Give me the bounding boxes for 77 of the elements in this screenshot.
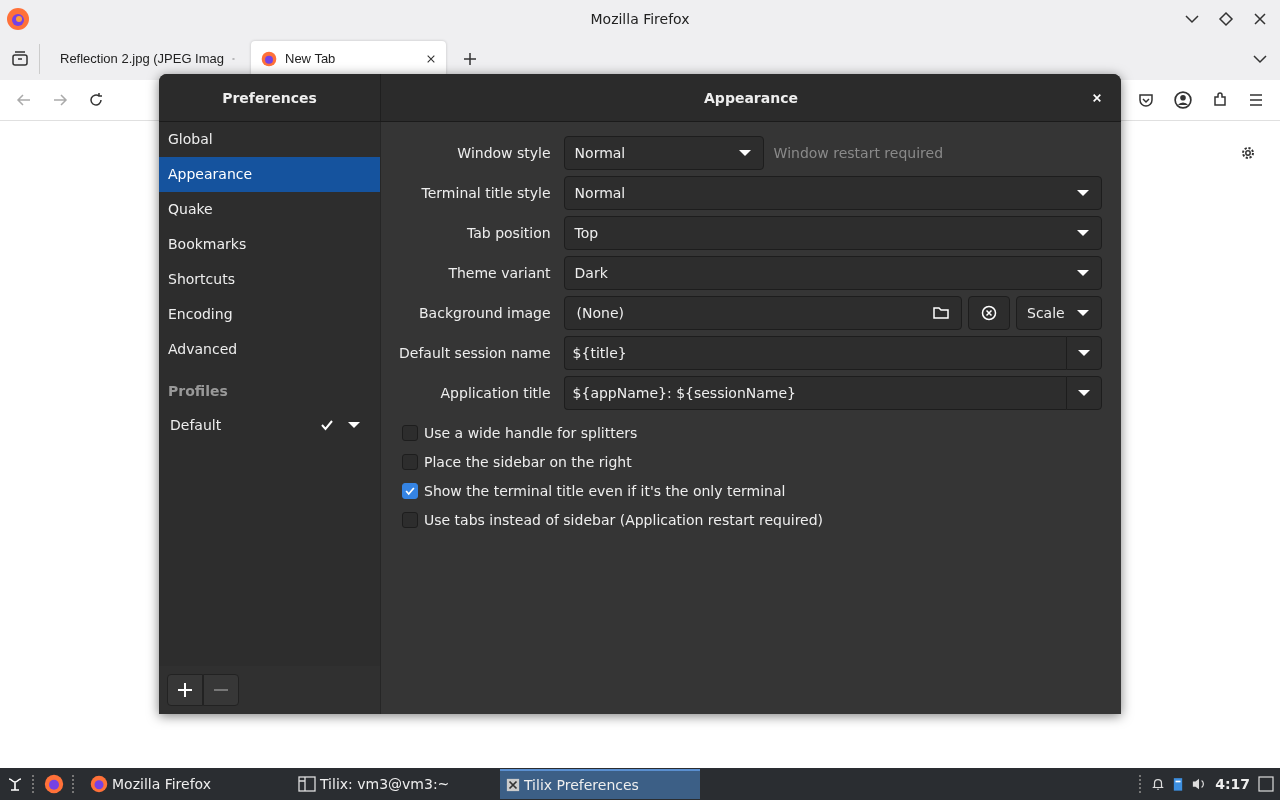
setting-label: Terminal title style	[421, 185, 551, 201]
app-launcher-icon[interactable]	[6, 775, 24, 793]
checkbox[interactable]	[402, 453, 418, 470]
account-icon[interactable]	[1174, 91, 1192, 109]
checkbox-label: Place the sidebar on the right	[424, 453, 632, 470]
sidebar-item[interactable]: Bookmarks	[159, 227, 380, 262]
clipboard-icon[interactable]	[1173, 776, 1184, 792]
profile-name[interactable]: Default	[170, 417, 306, 433]
maximize-icon[interactable]	[1218, 10, 1234, 27]
reload-icon[interactable]	[88, 92, 104, 108]
taskbar-item[interactable]: Mozilla Firefox	[84, 769, 284, 799]
dialog-title: Appearance	[704, 89, 798, 106]
settings-icon[interactable]	[1240, 145, 1256, 161]
show-desktop-icon[interactable]	[1258, 776, 1274, 792]
input-field[interactable]: ${title}	[563, 336, 1066, 370]
checkbox-label: Show the terminal title even if it's the only terminal	[424, 482, 786, 499]
taskbar-item[interactable]: Tilix: vm3@vm3:~	[292, 769, 492, 799]
remove-profile-button[interactable]	[203, 674, 239, 706]
caret-icon	[1077, 189, 1089, 197]
caret-icon	[1077, 269, 1089, 277]
setting-label: Background image	[419, 305, 551, 321]
plus-icon	[178, 683, 192, 697]
dialog-sidebar-title: Preferences	[222, 89, 317, 106]
firefox-logo-icon	[90, 775, 108, 793]
firefox-logo-icon	[261, 50, 277, 67]
dropdown[interactable]: Top	[563, 216, 1102, 250]
caret-icon	[1077, 229, 1089, 237]
sidebar-item[interactable]: Shortcuts	[159, 262, 380, 297]
dropdown-button[interactable]	[1066, 376, 1102, 410]
firefox-logo-icon	[6, 6, 30, 31]
tab-group-icon[interactable]	[11, 49, 29, 68]
browser-tab[interactable]: Reflection 2.jpg (JPEG Imag	[50, 40, 245, 77]
sidebar-item[interactable]: Encoding	[159, 297, 380, 332]
checkbox[interactable]	[402, 511, 418, 528]
file-chooser[interactable]: (None)	[563, 296, 962, 330]
caret-icon	[738, 149, 751, 157]
setting-label: Application title	[440, 385, 551, 401]
sidebar-item[interactable]: Global	[159, 122, 380, 157]
window-title: Mozilla Firefox	[589, 10, 691, 27]
clock: 4:17	[1215, 776, 1250, 792]
caret-icon	[1078, 389, 1090, 397]
browser-tab[interactable]: New Tab	[251, 40, 446, 77]
section-heading: Profiles	[167, 382, 229, 401]
menu-icon[interactable]	[1248, 92, 1264, 108]
sidebar-item[interactable]: Quake	[159, 192, 380, 227]
checkbox-label: Use tabs instead of sidebar (Application restart required)	[424, 511, 824, 528]
firefox-logo-icon[interactable]	[44, 774, 64, 794]
dropdown[interactable]: Dark	[563, 256, 1102, 290]
checkbox-label: Use a wide handle for splitters	[424, 424, 638, 441]
dropdown[interactable]: Scale	[1016, 296, 1102, 330]
caret-icon	[1077, 309, 1089, 317]
caret-icon	[1078, 349, 1090, 357]
dropdown[interactable]: Normal	[563, 136, 764, 170]
hint-text: Window restart required	[773, 145, 944, 161]
checkbox[interactable]	[402, 482, 418, 499]
add-profile-button[interactable]	[167, 674, 203, 706]
setting-label: Tab position	[467, 225, 551, 241]
folder-icon	[933, 306, 949, 320]
bell-icon[interactable]	[1151, 777, 1166, 791]
dropdown-arrow-icon[interactable]	[348, 421, 360, 429]
terminal-window-icon	[298, 775, 316, 793]
puzzle-icon[interactable]	[1212, 92, 1228, 108]
dropdown-button[interactable]	[1066, 336, 1102, 370]
clear-button[interactable]	[968, 296, 1010, 330]
setting-label: Theme variant	[448, 265, 551, 281]
setting-label: Default session name	[399, 345, 551, 361]
plus-icon[interactable]	[462, 50, 478, 67]
pocket-icon[interactable]	[1138, 92, 1154, 108]
clear-icon	[981, 305, 997, 321]
sidebar-item[interactable]: Appearance	[159, 157, 380, 192]
setting-label: Window style	[457, 145, 551, 161]
checkbox[interactable]	[402, 424, 418, 441]
app-icon	[506, 778, 520, 792]
dropdown[interactable]: Normal	[563, 176, 1102, 210]
sidebar-item[interactable]: Advanced	[159, 332, 380, 367]
input-field[interactable]: ${appName}: ${sessionName}	[563, 376, 1066, 410]
taskbar-item[interactable]: Tilix Preferences	[500, 769, 700, 799]
